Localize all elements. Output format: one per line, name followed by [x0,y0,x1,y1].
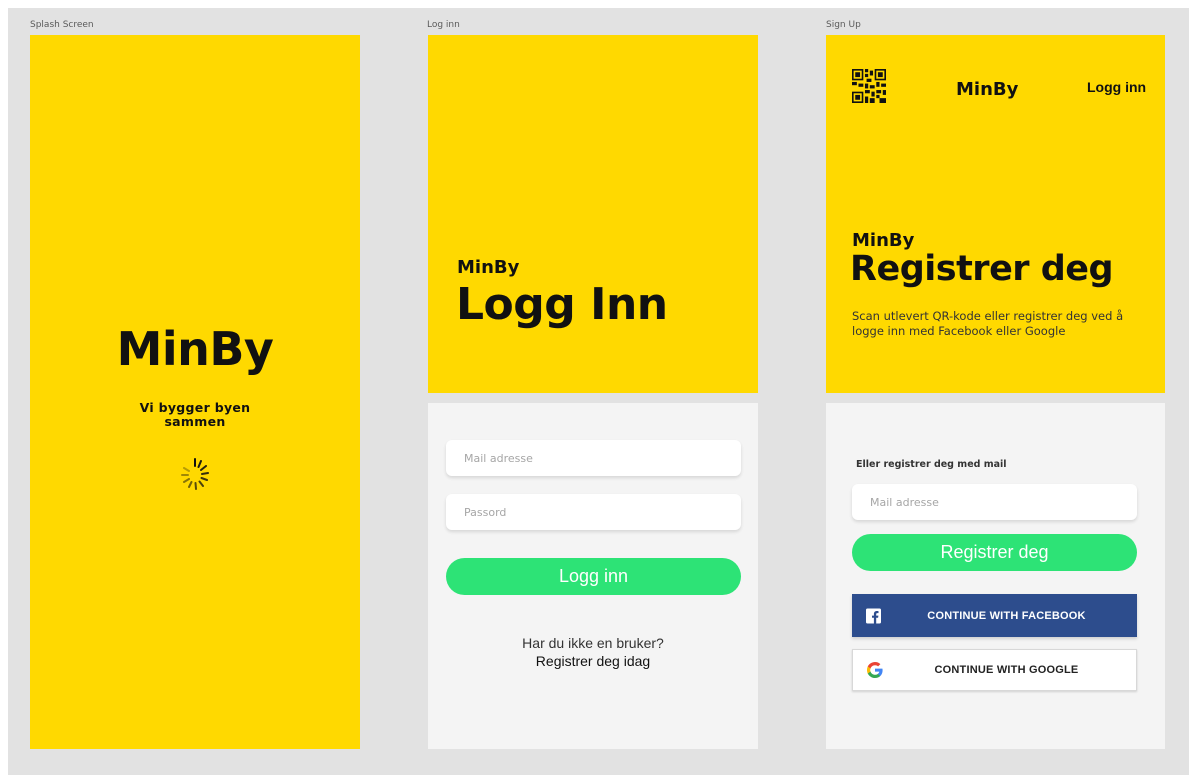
login-brand: MinBy [457,257,520,278]
splash-screen-frame: MinBy Vi bygger byen sammen [30,35,360,749]
splash-title: MinBy [116,322,274,376]
signup-header: MinBy Logg inn MinBy Registrer deg Scan … [826,35,1165,393]
mail-signup-label: Eller registrer deg med mail [856,459,1007,470]
topbar-login-link[interactable]: Logg inn [1087,79,1146,95]
frame-label-login: Log inn [427,20,460,30]
design-canvas: Splash Screen Log inn Sign Up MinBy Vi b… [8,8,1189,775]
password-input[interactable] [446,494,741,530]
signup-heading: Registrer deg [850,249,1114,289]
loading-spinner-icon [181,458,209,490]
login-form-panel: Logg inn Har du ikke en bruker? Registre… [428,403,758,749]
login-button[interactable]: Logg inn [446,558,741,595]
signup-description: Scan utlevert QR-kode eller registrer de… [852,309,1124,338]
signup-form-panel [826,403,1165,749]
frame-label-signup: Sign Up [826,20,861,30]
facebook-login-button[interactable]: CONTINUE WITH FACEBOOK [852,594,1137,637]
login-heading: Logg Inn [456,279,668,330]
register-link[interactable]: Registrer deg idag [428,653,758,669]
signup-frame: MinBy Logg inn MinBy Registrer deg Scan … [826,35,1165,749]
signup-email-input[interactable] [852,484,1137,520]
signup-brand: MinBy [852,230,915,251]
splash-tagline: Vi bygger byen sammen [139,400,251,429]
qr-code-icon [852,69,886,103]
google-login-button[interactable]: CONTINUE WITH GOOGLE [852,649,1137,691]
register-button[interactable]: Registrer deg [852,534,1137,571]
email-input[interactable] [446,440,741,476]
login-frame: MinBy Logg Inn Logg inn Har du ikke en b… [428,35,758,749]
login-header: MinBy Logg Inn [428,35,758,393]
google-button-label: CONTINUE WITH GOOGLE [934,664,1079,676]
no-account-text: Har du ikke en bruker? [522,635,664,651]
frame-label-splash: Splash Screen [30,20,94,30]
facebook-button-label: CONTINUE WITH FACEBOOK [927,609,1086,622]
signup-topbar-title: MinBy [956,79,1019,100]
